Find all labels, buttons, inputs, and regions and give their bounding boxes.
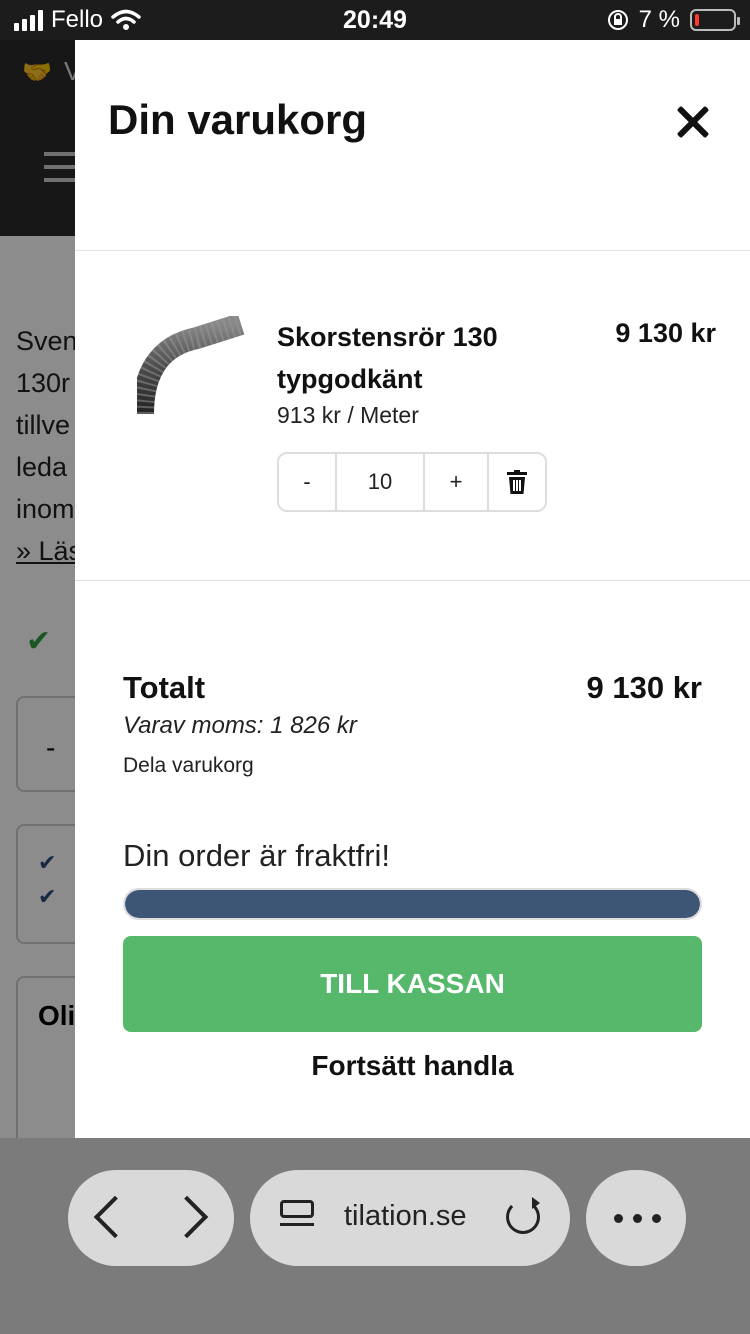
product-line-price: 9 130 kr (615, 318, 716, 348)
quantity-stepper: - 10 + (277, 452, 547, 512)
cart-drawer: Din varukorg Skorstensrör 130 typgodkänt… (75, 40, 750, 1138)
total-label: Totalt (123, 670, 206, 705)
free-shipping-message: Din order är fraktfri! (123, 838, 391, 873)
free-shipping-progress (123, 888, 702, 920)
checkout-button[interactable]: TILL KASSAN (123, 936, 702, 1032)
more-icon (614, 1214, 661, 1223)
orientation-lock-icon (607, 10, 628, 30)
product-unit-price: 913 kr / Meter (277, 402, 419, 428)
product-name[interactable]: Skorstensrör 130 typgodkänt (277, 316, 527, 400)
battery-percent: 7 % (638, 6, 680, 33)
vat-amount: Varav moms: 1 826 kr (123, 712, 357, 739)
reload-icon[interactable] (506, 1197, 540, 1234)
continue-shopping-button[interactable]: Fortsätt handla (123, 1050, 702, 1082)
increase-quantity-button[interactable]: + (425, 454, 489, 510)
url-text[interactable]: tilation.se (344, 1200, 467, 1233)
more-button[interactable] (586, 1170, 686, 1266)
progress-fill (125, 890, 700, 918)
quantity-input[interactable]: 10 (337, 454, 425, 510)
decrease-quantity-button[interactable]: - (279, 454, 337, 510)
cart-title: Din varukorg (108, 96, 368, 143)
remove-item-button[interactable] (489, 454, 545, 510)
share-cart-link[interactable]: Dela varukorg (123, 754, 254, 778)
close-icon[interactable] (673, 102, 713, 142)
battery-icon (690, 9, 740, 31)
reader-icon[interactable] (280, 1200, 314, 1236)
product-image (137, 316, 245, 415)
browser-toolbar: tilation.se (0, 1138, 750, 1334)
divider (75, 580, 750, 581)
total-value: 9 130 kr (586, 670, 703, 705)
divider (75, 250, 750, 251)
address-bar[interactable]: tilation.se (250, 1170, 570, 1266)
back-icon[interactable] (93, 1195, 137, 1239)
trash-icon (507, 470, 527, 494)
nav-pill (68, 1170, 234, 1266)
forward-icon[interactable] (165, 1195, 209, 1239)
status-bar: Fello 20:49 7 % (0, 0, 750, 40)
